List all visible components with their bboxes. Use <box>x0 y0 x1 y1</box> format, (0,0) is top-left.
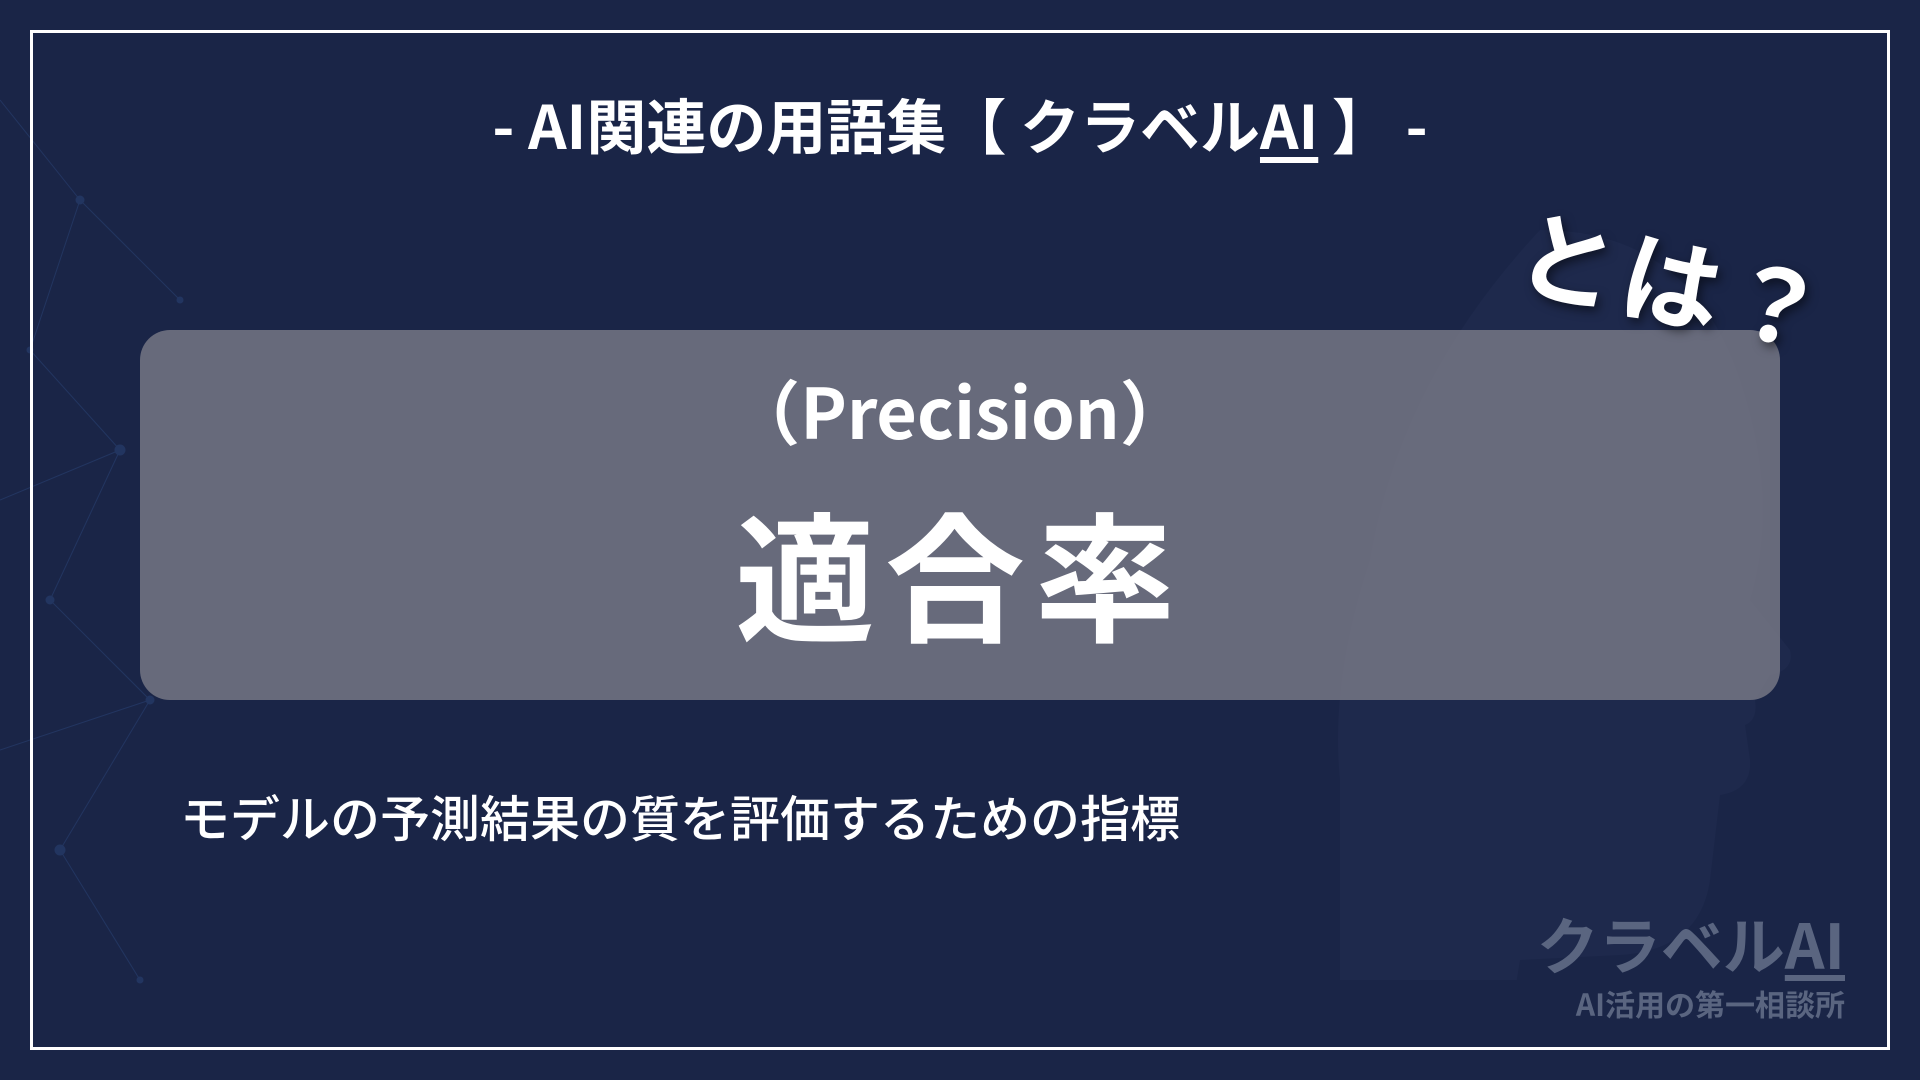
footer-brand-prefix: クラベル <box>1537 897 1785 987</box>
header-ai: AI <box>1260 80 1318 167</box>
term-japanese: 適合率 <box>735 470 1185 672</box>
header-suffix: 】 - <box>1318 80 1427 167</box>
main-term-box: （Precision） 適合率 <box>140 330 1780 700</box>
term-english: （Precision） <box>730 359 1190 460</box>
footer-tagline: AI活用の第一相談所 <box>1537 981 1845 1025</box>
footer-brand: クラベルAI AI活用の第一相談所 <box>1537 911 1845 1025</box>
footer-brand-ai: AI <box>1785 897 1845 987</box>
footer-brand-main: クラベルAI <box>1537 911 1845 973</box>
header-prefix: - AI関連の用語集【 クラベル <box>492 80 1260 167</box>
header-title: - AI関連の用語集【 クラベルAI 】 - <box>0 80 1920 167</box>
term-description: モデルの予測結果の質を評価するための指標 <box>180 780 1180 852</box>
